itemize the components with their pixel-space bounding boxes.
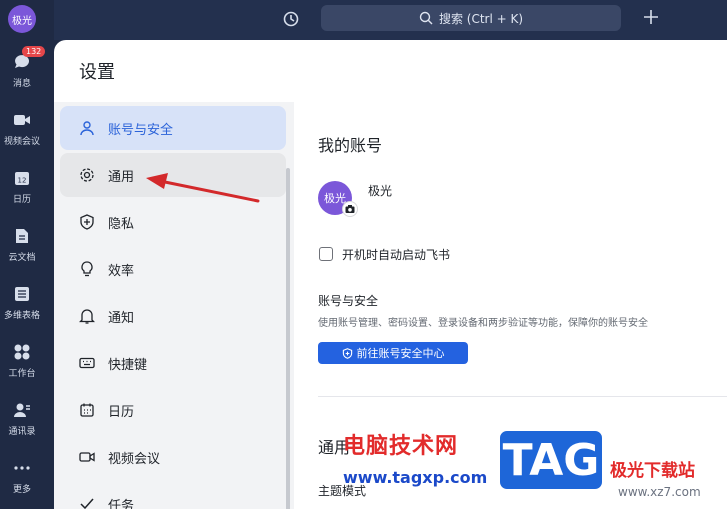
more-icon <box>12 458 32 478</box>
top-bar: 搜索 (Ctrl + K) <box>0 0 727 40</box>
watermark-site-url: www.xz7.com <box>618 485 701 499</box>
rail-label: 工作台 <box>8 369 36 379</box>
contacts-icon <box>12 400 32 420</box>
nav-label: 通知 <box>108 310 135 326</box>
rail-item-calendar[interactable]: 12 日历 <box>0 168 44 205</box>
page-title: 设置 <box>79 62 115 83</box>
calendar-icon <box>78 401 96 419</box>
nav-item-video-meeting[interactable]: 视频会议 <box>60 435 286 479</box>
rail-item-workplace[interactable]: 工作台 <box>0 342 44 379</box>
watermark-url: www.tagxp.com <box>343 468 488 487</box>
rail-label: 消息 <box>12 79 31 89</box>
my-account-heading: 我的账号 <box>318 136 383 155</box>
video-icon <box>78 448 96 466</box>
user-icon <box>78 119 96 137</box>
security-title: 账号与安全 <box>318 294 379 308</box>
security-center-button[interactable]: 前往账号安全中心 <box>318 342 468 364</box>
search-icon <box>419 11 433 25</box>
table-icon <box>12 284 32 304</box>
nav-item-account-security[interactable]: 账号与安全 <box>60 106 286 150</box>
rail-item-docs[interactable]: 云文档 <box>0 226 44 263</box>
nav-label: 通用 <box>108 169 135 185</box>
rail-label: 多维表格 <box>3 311 40 321</box>
rail-label: 视频会议 <box>3 137 40 147</box>
user-avatar[interactable]: 极光 <box>8 5 36 33</box>
security-description: 使用账号管理、密码设置、登录设备和两步验证等功能，保障你的账号安全 <box>318 318 648 329</box>
watermark-tag-logo: TAG <box>497 428 605 492</box>
camera-icon[interactable] <box>342 201 358 217</box>
keyboard-icon <box>78 354 96 372</box>
shield-icon <box>78 213 96 231</box>
nav-label: 任务 <box>108 498 135 509</box>
left-rail: 极光 132 消息 视频会议 12 日历 云文档 多维表格 工作台 通讯录 更多 <box>0 0 54 509</box>
annotation-arrow <box>146 173 260 203</box>
apps-icon <box>12 342 32 362</box>
nav-item-efficiency[interactable]: 效率 <box>60 247 286 291</box>
watermark-text: 电脑技术网 <box>343 434 459 459</box>
gear-icon <box>78 166 96 184</box>
search-placeholder: 搜索 (Ctrl + K) <box>438 11 524 26</box>
rail-label: 日历 <box>12 195 31 205</box>
watermark-site-name: 极光下载站 <box>610 461 695 481</box>
shield-icon <box>342 347 352 359</box>
rail-item-contacts[interactable]: 通讯录 <box>0 400 44 437</box>
nav-label: 账号与安全 <box>108 122 174 138</box>
nav-item-tasks[interactable]: 任务 <box>60 482 286 509</box>
autostart-label: 开机时自动启动飞书 <box>342 248 451 262</box>
nav-scrollbar[interactable] <box>286 168 290 509</box>
add-icon[interactable] <box>640 6 662 28</box>
calendar-icon: 12 <box>12 168 32 188</box>
nav-item-calendar[interactable]: 日历 <box>60 388 286 432</box>
rail-label: 通讯录 <box>8 427 36 437</box>
nav-label: 隐私 <box>108 216 135 232</box>
rail-label: 云文档 <box>8 253 36 263</box>
settings-nav: 账号与安全 通用 隐私 效率 通知 快捷键 日历 视频会议 任务 <box>54 102 294 509</box>
svg-text:12: 12 <box>18 177 27 185</box>
rail-item-more[interactable]: 更多 <box>0 458 44 495</box>
autostart-checkbox[interactable] <box>319 247 333 261</box>
search-input[interactable]: 搜索 (Ctrl + K) <box>321 5 621 31</box>
nav-label: 快捷键 <box>108 357 148 373</box>
unread-badge: 132 <box>22 46 46 57</box>
rail-item-base[interactable]: 多维表格 <box>0 284 44 321</box>
rail-item-messages[interactable]: 132 消息 <box>0 46 46 89</box>
security-button-label: 前往账号安全中心 <box>356 347 445 360</box>
doc-icon <box>12 226 32 246</box>
video-icon <box>12 110 32 130</box>
nav-label: 视频会议 <box>108 451 161 467</box>
bulb-icon <box>78 260 96 278</box>
nav-item-notifications[interactable]: 通知 <box>60 294 286 338</box>
account-name: 极光 <box>368 184 393 198</box>
nav-item-shortcuts[interactable]: 快捷键 <box>60 341 286 385</box>
history-icon[interactable] <box>279 7 303 31</box>
nav-label: 日历 <box>108 404 135 420</box>
divider <box>318 396 727 397</box>
task-icon <box>78 495 96 509</box>
nav-label: 效率 <box>108 263 135 279</box>
rail-item-video-meeting[interactable]: 视频会议 <box>0 110 44 147</box>
rail-label: 更多 <box>12 485 31 495</box>
bell-icon <box>78 307 96 325</box>
